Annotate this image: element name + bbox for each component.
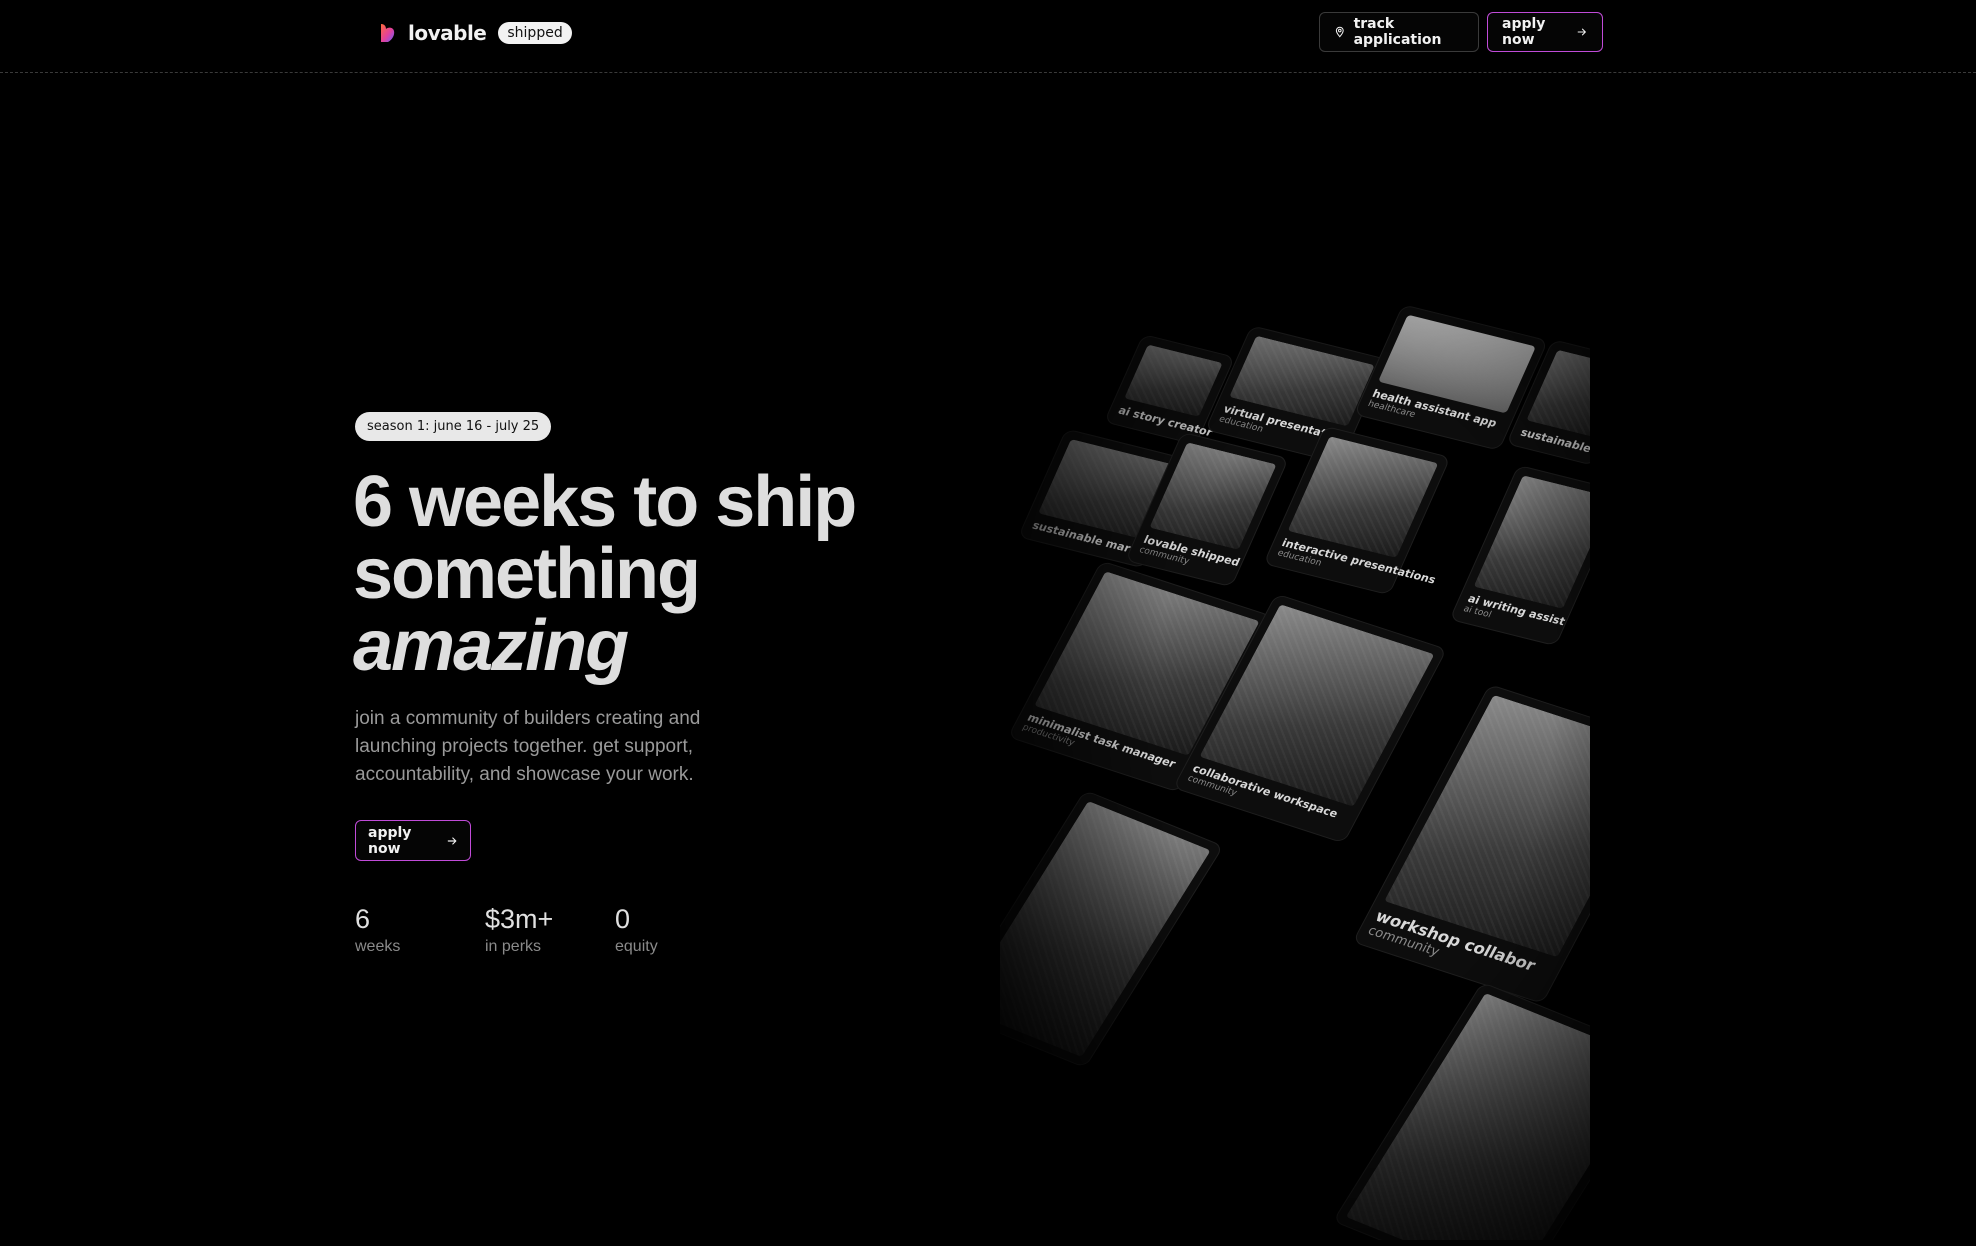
arrow-right-icon	[447, 836, 457, 845]
project-image	[1345, 992, 1590, 1240]
logo-badge: shipped	[498, 22, 572, 44]
stat-label: weeks	[355, 938, 401, 955]
stat-label: equity	[615, 938, 658, 955]
project-image	[1000, 800, 1211, 1058]
stat-value: 0	[615, 904, 631, 934]
apply-now-nav-label: apply now	[1502, 16, 1546, 48]
apply-now-hero-label: apply now	[368, 824, 412, 857]
stat-weeks: 6 weeks	[355, 902, 485, 958]
headline-line-2: something	[353, 534, 701, 614]
stat-equity: 0 equity	[615, 902, 745, 958]
lovable-heart-icon	[381, 24, 395, 42]
stat-perks: $3m+ in perks	[485, 902, 615, 958]
project-image	[1473, 475, 1590, 609]
headline-line-3: amazing	[353, 606, 629, 686]
apply-now-hero-button[interactable]: apply now	[355, 820, 471, 861]
project-card[interactable]	[1332, 981, 1590, 1240]
headline-line-1: 6 weeks to ship	[353, 462, 857, 542]
stat-value: $3m+	[485, 904, 554, 934]
location-pin-icon	[1335, 26, 1344, 38]
top-nav: lovable shipped track application apply …	[0, 0, 1976, 73]
project-image	[1124, 344, 1223, 417]
hero-headline: 6 weeks to ship something amazing	[353, 466, 913, 682]
project-card[interactable]	[1000, 789, 1224, 1069]
track-application-label: track application	[1353, 16, 1442, 48]
apply-now-nav-button[interactable]: apply now	[1487, 12, 1603, 52]
project-card[interactable]: ai writing assist ai tool	[1449, 464, 1590, 647]
track-application-button[interactable]: track application	[1319, 12, 1479, 52]
season-badge: season 1: june 16 - july 25	[355, 412, 552, 441]
stats-row: 6 weeks $3m+ in perks 0 equity	[355, 902, 745, 958]
project-gallery: ai story creator virtual presentations e…	[1000, 260, 1590, 1240]
stat-label: in perks	[485, 938, 542, 955]
logo[interactable]: lovable shipped	[376, 18, 572, 48]
stat-value: 6	[355, 904, 371, 934]
hero-subtext: join a community of builders creating an…	[355, 708, 701, 785]
arrow-right-icon	[1578, 28, 1587, 36]
logo-text: lovable	[408, 21, 487, 45]
